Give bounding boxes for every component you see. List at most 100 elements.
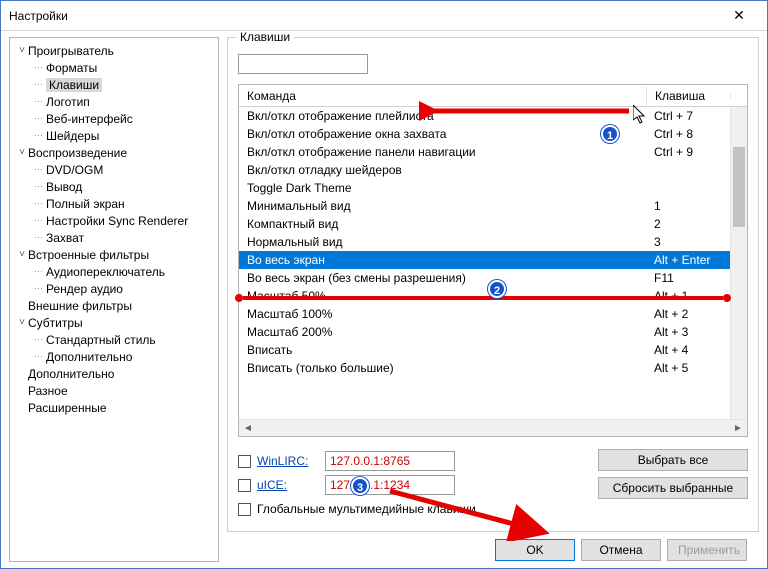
tree-label: Настройки Sync Renderer [46, 214, 188, 228]
tree-label: Субтитры [28, 316, 83, 330]
cell-command: Нормальный вид [239, 235, 646, 249]
winlirc-checkbox[interactable] [238, 455, 251, 468]
cancel-button[interactable]: Отмена [581, 539, 661, 561]
tree-node[interactable]: ⋯Логотип [12, 93, 216, 110]
expand-icon[interactable]: ˅ [16, 45, 28, 56]
cell-key: Ctrl + 7 [646, 109, 730, 123]
scroll-left-icon[interactable]: ◄ [241, 423, 255, 434]
leaf-icon: ⋯ [34, 232, 46, 243]
select-all-button[interactable]: Выбрать все [598, 449, 748, 471]
leaf-icon: ⋯ [34, 351, 46, 362]
global-media-checkbox[interactable] [238, 503, 251, 516]
cell-key: 2 [646, 217, 730, 231]
leaf-icon: ⋯ [34, 198, 46, 209]
horizontal-scrollbar[interactable]: ◄ ► [239, 419, 747, 436]
tree-label: Стандартный стиль [46, 333, 156, 347]
shortcut-table: Команда Клавиша Вкл/откл отображение пле… [238, 84, 748, 437]
table-row[interactable]: ВписатьAlt + 4 [239, 341, 730, 359]
tree-node[interactable]: Разное [12, 382, 216, 399]
uice-link[interactable]: uICE: [257, 478, 319, 492]
tree-node[interactable]: Расширенные [12, 399, 216, 416]
tree-node[interactable]: ⋯Вывод [12, 178, 216, 195]
tree-label: Воспроизведение [28, 146, 127, 160]
tree-node[interactable]: Внешние фильтры [12, 297, 216, 314]
tree-label: Встроенные фильтры [28, 248, 149, 262]
tree-node[interactable]: ⋯Форматы [12, 59, 216, 76]
tree-label: Дополнительно [28, 367, 114, 381]
cell-key: 3 [646, 235, 730, 249]
uice-checkbox[interactable] [238, 479, 251, 492]
table-row[interactable]: Toggle Dark Theme [239, 179, 730, 197]
table-row[interactable]: Во весь экранAlt + Enter [239, 251, 730, 269]
tree-node[interactable]: ˅Проигрыватель [12, 42, 216, 59]
winlirc-row: WinLIRC: [238, 449, 578, 473]
close-icon[interactable]: ✕ [719, 2, 759, 30]
tree-node[interactable]: ⋯Дополнительно [12, 348, 216, 365]
leaf-icon: ⋯ [34, 266, 46, 277]
tree-label: DVD/OGM [46, 163, 103, 177]
settings-window: Настройки ✕ ˅Проигрыватель⋯Форматы⋯Клави… [0, 0, 768, 569]
tree-node[interactable]: ⋯Захват [12, 229, 216, 246]
winlirc-link[interactable]: WinLIRC: [257, 454, 319, 468]
tree-node[interactable]: ⋯Рендер аудио [12, 280, 216, 297]
table-row[interactable]: Во весь экран (без смены разрешения)F11 [239, 269, 730, 287]
expand-icon[interactable]: ˅ [16, 249, 28, 260]
leaf-icon: ⋯ [34, 96, 46, 107]
cell-command: Вкл/откл отладку шейдеров [239, 163, 646, 177]
leaf-icon: ⋯ [34, 79, 46, 90]
leaf-icon: ⋯ [34, 113, 46, 124]
ok-button[interactable]: OK [495, 539, 575, 561]
category-tree[interactable]: ˅Проигрыватель⋯Форматы⋯Клавиши⋯Логотип⋯В… [9, 37, 219, 562]
group-title: Клавиши [236, 31, 294, 44]
titlebar: Настройки ✕ [1, 1, 767, 31]
cell-command: Масштаб 50% [239, 289, 646, 303]
tree-node[interactable]: ˅Встроенные фильтры [12, 246, 216, 263]
table-actions: Выбрать все Сбросить выбранные [598, 449, 748, 521]
tree-node[interactable]: ⋯Клавиши [12, 76, 216, 93]
table-row[interactable]: Вписать (только большие)Alt + 5 [239, 359, 730, 377]
col-command[interactable]: Команда [239, 87, 646, 105]
col-key[interactable]: Клавиша [646, 87, 730, 105]
scroll-thumb[interactable] [733, 147, 745, 227]
tree-node[interactable]: ˅Воспроизведение [12, 144, 216, 161]
expand-icon[interactable]: ˅ [16, 317, 28, 328]
table-row[interactable]: Вкл/откл отображение окна захватаCtrl + … [239, 125, 730, 143]
tree-node[interactable]: ⋯DVD/OGM [12, 161, 216, 178]
winlirc-address-input[interactable] [325, 451, 455, 471]
table-row[interactable]: Вкл/откл отображение панели навигацииCtr… [239, 143, 730, 161]
filter-input[interactable] [238, 54, 368, 74]
table-row[interactable]: Вкл/откл отображение плейлистаCtrl + 7 [239, 107, 730, 125]
tree-label: Полный экран [46, 197, 125, 211]
uice-address-input[interactable] [325, 475, 455, 495]
tree-node[interactable]: Дополнительно [12, 365, 216, 382]
table-row[interactable]: Минимальный вид1 [239, 197, 730, 215]
cell-command: Минимальный вид [239, 199, 646, 213]
apply-button[interactable]: Применить [667, 539, 747, 561]
tree-node[interactable]: ⋯Веб-интерфейс [12, 110, 216, 127]
table-row[interactable]: Компактный вид2 [239, 215, 730, 233]
tree-node[interactable]: ⋯Аудиопереключатель [12, 263, 216, 280]
leaf-icon: ⋯ [34, 215, 46, 226]
window-title: Настройки [9, 9, 719, 23]
leaf-icon: ⋯ [34, 164, 46, 175]
col-scroll-spacer [730, 94, 747, 98]
table-row[interactable]: Масштаб 100%Alt + 2 [239, 305, 730, 323]
scroll-right-icon[interactable]: ► [731, 423, 745, 434]
tree-node[interactable]: ⋯Стандартный стиль [12, 331, 216, 348]
options-area: WinLIRC: uICE: Глобальные мультимедийные… [238, 449, 748, 521]
tree-node[interactable]: ⋯Шейдеры [12, 127, 216, 144]
tree-node[interactable]: ˅Субтитры [12, 314, 216, 331]
reset-selected-button[interactable]: Сбросить выбранные [598, 477, 748, 499]
tree-label: Разное [28, 384, 68, 398]
vertical-scrollbar[interactable] [730, 107, 747, 419]
tree-node[interactable]: ⋯Настройки Sync Renderer [12, 212, 216, 229]
tree-label: Шейдеры [46, 129, 99, 143]
table-row[interactable]: Масштаб 50%Alt + 1 [239, 287, 730, 305]
cell-command: Вкл/откл отображение окна захвата [239, 127, 646, 141]
cell-key: Ctrl + 9 [646, 145, 730, 159]
table-row[interactable]: Вкл/откл отладку шейдеров [239, 161, 730, 179]
tree-node[interactable]: ⋯Полный экран [12, 195, 216, 212]
table-row[interactable]: Масштаб 200%Alt + 3 [239, 323, 730, 341]
table-row[interactable]: Нормальный вид3 [239, 233, 730, 251]
expand-icon[interactable]: ˅ [16, 147, 28, 158]
